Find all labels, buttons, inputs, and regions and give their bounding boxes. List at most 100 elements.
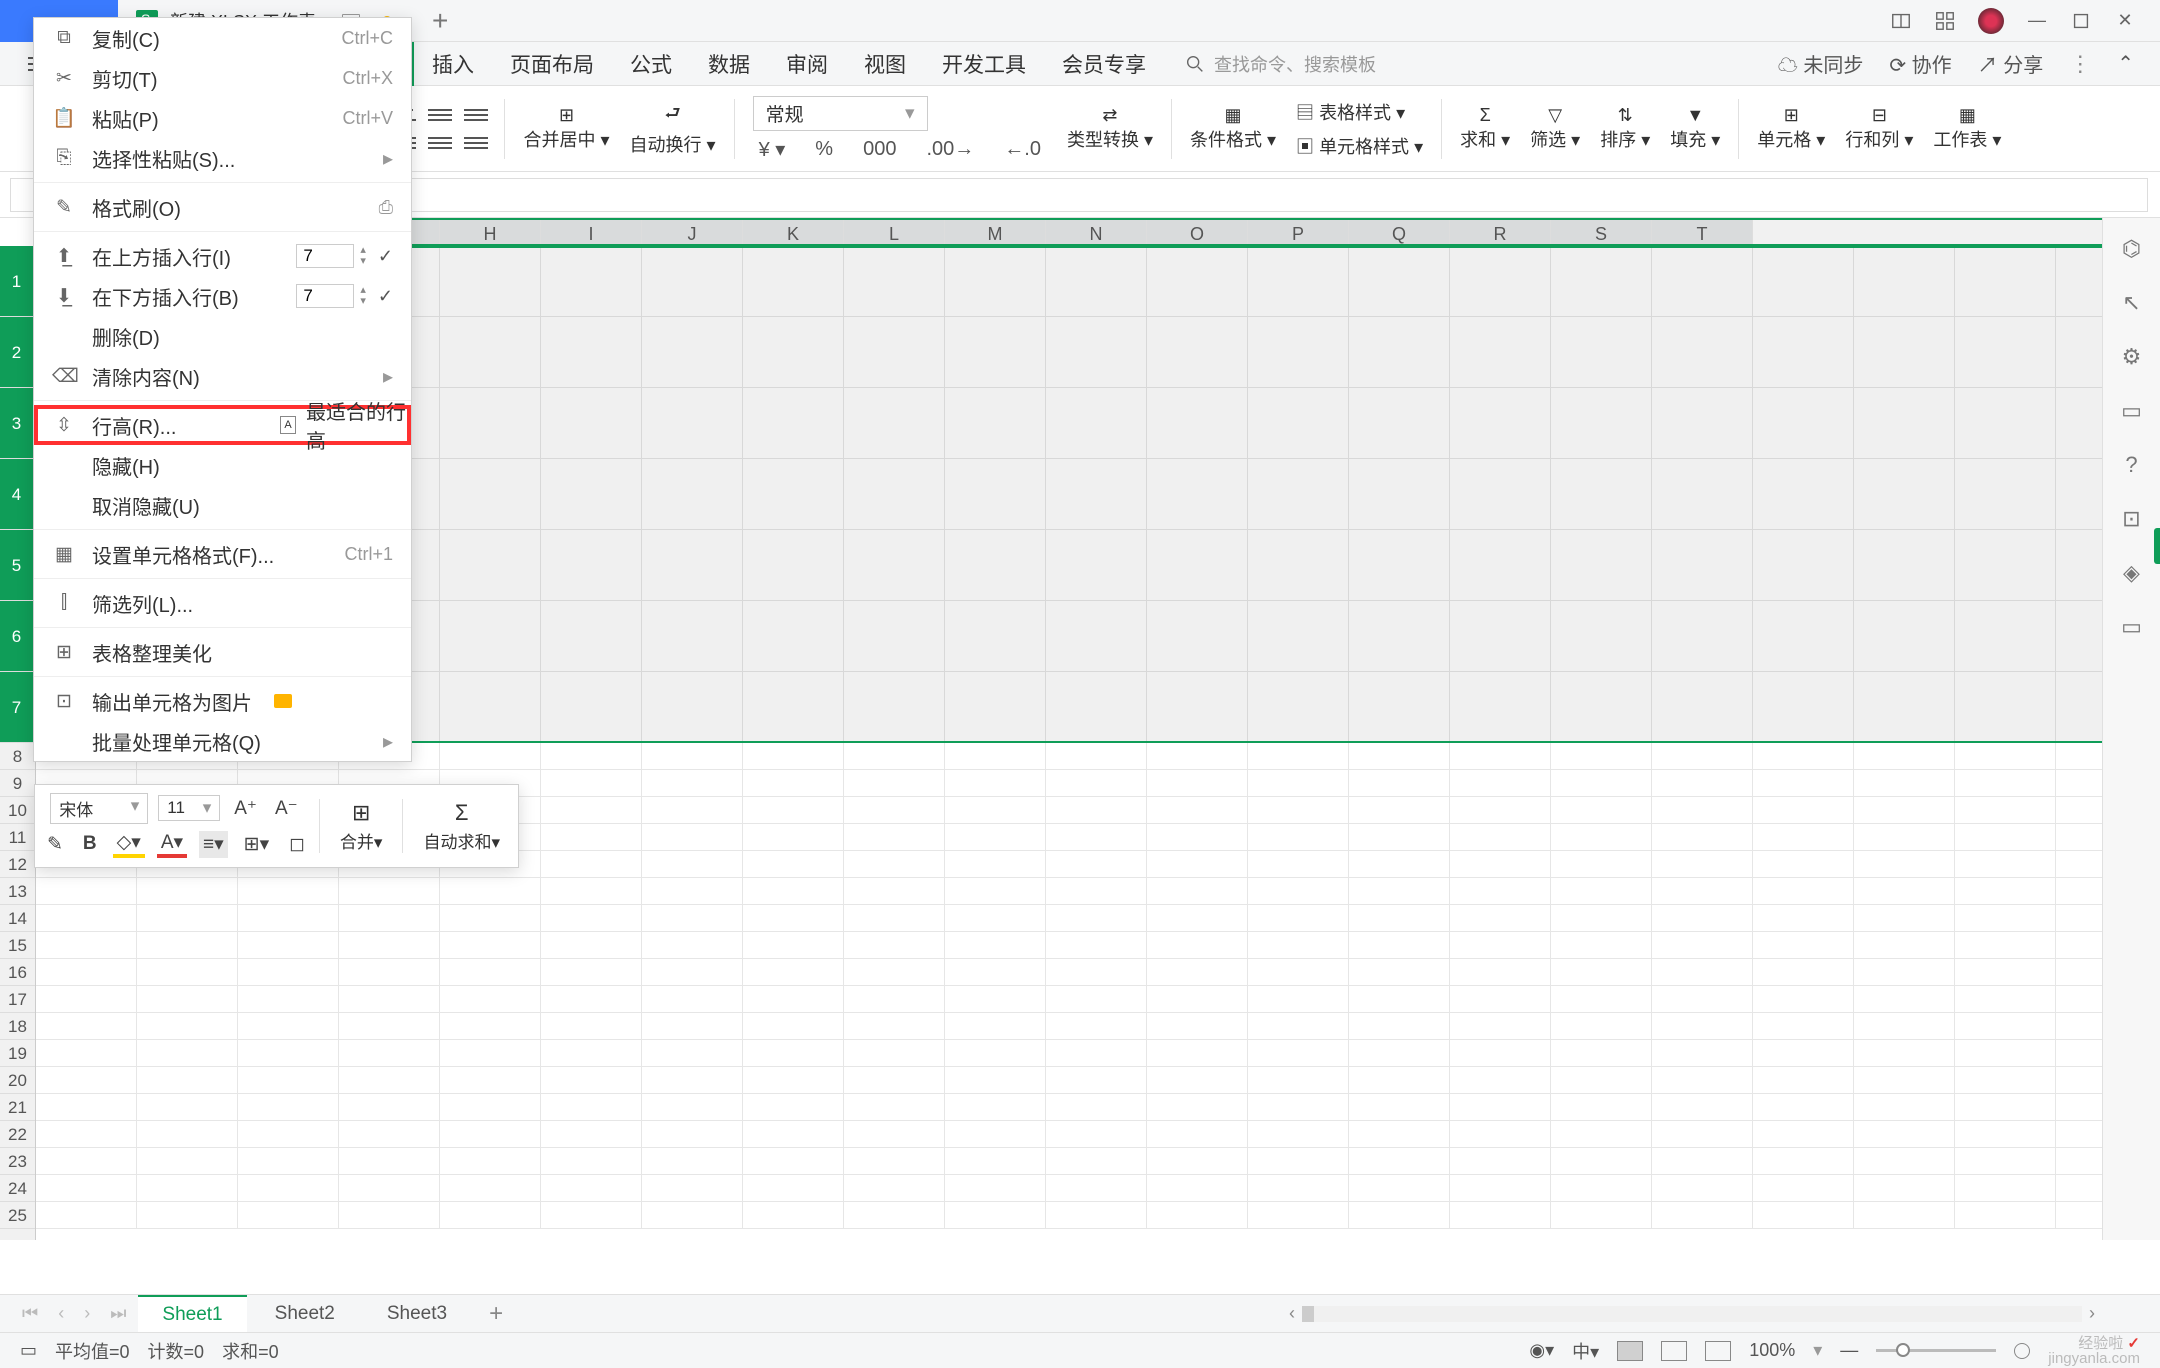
type-convert-button[interactable]: ⇄类型转换 ▾ xyxy=(1057,105,1163,152)
cell[interactable] xyxy=(1248,797,1349,823)
cell[interactable] xyxy=(1248,851,1349,877)
ctx-paste-special[interactable]: ⎘选择性粘贴(S)...▸ xyxy=(34,138,411,178)
cell[interactable] xyxy=(844,770,945,796)
more-menu-icon[interactable]: ⋮ xyxy=(2069,51,2091,77)
cell[interactable] xyxy=(1753,1175,1854,1201)
cell[interactable] xyxy=(1147,1121,1248,1147)
percent-icon[interactable]: % xyxy=(809,138,839,161)
cell[interactable] xyxy=(1551,1148,1652,1174)
cell[interactable] xyxy=(743,743,844,769)
cell[interactable] xyxy=(238,1094,339,1120)
maximize-button[interactable] xyxy=(2070,10,2092,32)
cell[interactable] xyxy=(1046,1040,1147,1066)
sync-status[interactable]: ☁ 未同步 xyxy=(1778,49,1864,78)
cell[interactable] xyxy=(945,743,1046,769)
ctx-batch-process[interactable]: 批量处理单元格(Q)▸ xyxy=(34,721,411,761)
cell[interactable] xyxy=(1147,959,1248,985)
cell[interactable] xyxy=(743,1148,844,1174)
cell[interactable] xyxy=(1248,672,1349,742)
cell[interactable] xyxy=(1753,1148,1854,1174)
cell[interactable] xyxy=(1652,530,1753,600)
cursor-icon[interactable]: ↖ xyxy=(2122,290,2140,316)
magnet-icon[interactable]: ⌬ xyxy=(2122,236,2141,262)
cell[interactable] xyxy=(36,1202,137,1228)
cell[interactable] xyxy=(238,1175,339,1201)
cell[interactable] xyxy=(642,797,743,823)
cell[interactable] xyxy=(1147,1040,1248,1066)
cell[interactable] xyxy=(238,1121,339,1147)
cell[interactable] xyxy=(1753,1094,1854,1120)
cell[interactable] xyxy=(1248,1013,1349,1039)
cell[interactable] xyxy=(137,1148,238,1174)
cell[interactable] xyxy=(1248,986,1349,1012)
grid-row[interactable] xyxy=(36,932,2102,959)
cell[interactable] xyxy=(1955,959,2056,985)
col-header-K[interactable]: K xyxy=(743,220,844,244)
cell[interactable] xyxy=(1854,317,1955,387)
cell[interactable] xyxy=(945,1094,1046,1120)
cell[interactable] xyxy=(1046,1094,1147,1120)
cell[interactable] xyxy=(743,878,844,904)
cell[interactable] xyxy=(743,797,844,823)
cell[interactable] xyxy=(1147,1094,1248,1120)
cell[interactable] xyxy=(1349,530,1450,600)
ctx-hide[interactable]: 隐藏(H) xyxy=(34,445,411,485)
cell[interactable] xyxy=(1955,797,2056,823)
cell[interactable] xyxy=(945,317,1046,387)
cell[interactable] xyxy=(1955,905,2056,931)
cell[interactable] xyxy=(945,1013,1046,1039)
cell[interactable] xyxy=(1450,824,1551,850)
cell[interactable] xyxy=(440,1175,541,1201)
cell[interactable] xyxy=(844,797,945,823)
cell[interactable] xyxy=(541,770,642,796)
cell[interactable] xyxy=(945,672,1046,742)
cell[interactable] xyxy=(1551,317,1652,387)
cell[interactable] xyxy=(1955,672,2056,742)
cell[interactable] xyxy=(36,1148,137,1174)
cell[interactable] xyxy=(440,1067,541,1093)
cell[interactable] xyxy=(642,824,743,850)
cell[interactable] xyxy=(1854,743,1955,769)
cell[interactable] xyxy=(1652,824,1753,850)
cell[interactable] xyxy=(541,851,642,877)
row-header-21[interactable]: 21 xyxy=(0,1094,35,1121)
cell[interactable] xyxy=(1147,986,1248,1012)
cell[interactable] xyxy=(1854,1175,1955,1201)
cell[interactable] xyxy=(1147,743,1248,769)
cell[interactable] xyxy=(1046,1013,1147,1039)
conditional-format-button[interactable]: ▦条件格式 ▾ xyxy=(1180,105,1286,152)
cell[interactable] xyxy=(36,1175,137,1201)
cell[interactable] xyxy=(1248,1202,1349,1228)
cell[interactable] xyxy=(1854,459,1955,529)
grid-row[interactable] xyxy=(36,1040,2102,1067)
cell[interactable] xyxy=(1046,986,1147,1012)
cell[interactable] xyxy=(1349,1121,1450,1147)
cell[interactable] xyxy=(440,1121,541,1147)
mini-decrease-font-icon[interactable]: A⁻ xyxy=(271,797,302,820)
cell[interactable] xyxy=(743,824,844,850)
cell[interactable] xyxy=(1248,824,1349,850)
cell[interactable] xyxy=(1046,1202,1147,1228)
cell[interactable] xyxy=(1450,672,1551,742)
col-header-I[interactable]: I xyxy=(541,220,642,244)
view-break-icon[interactable] xyxy=(1705,1341,1731,1361)
cell[interactable] xyxy=(238,905,339,931)
cell[interactable] xyxy=(1955,601,2056,671)
cell[interactable] xyxy=(642,1094,743,1120)
cell[interactable] xyxy=(1450,530,1551,600)
cell[interactable] xyxy=(1955,459,2056,529)
cell[interactable] xyxy=(1450,932,1551,958)
row-header-5[interactable]: 5 xyxy=(0,530,35,601)
decrease-decimal-icon[interactable]: ←.0 xyxy=(998,138,1047,161)
cell[interactable] xyxy=(1248,1175,1349,1201)
cell[interactable] xyxy=(1450,459,1551,529)
rows-cols-button[interactable]: ⊟行和列 ▾ xyxy=(1835,105,1923,152)
cell[interactable] xyxy=(1046,246,1147,316)
cell[interactable] xyxy=(1854,878,1955,904)
cell[interactable] xyxy=(1551,986,1652,1012)
cell[interactable] xyxy=(1248,317,1349,387)
cell[interactable] xyxy=(1046,317,1147,387)
cell[interactable] xyxy=(844,878,945,904)
view-page-icon[interactable] xyxy=(1661,1341,1687,1361)
ctx-export-image[interactable]: ⊡输出单元格为图片 xyxy=(34,681,411,721)
